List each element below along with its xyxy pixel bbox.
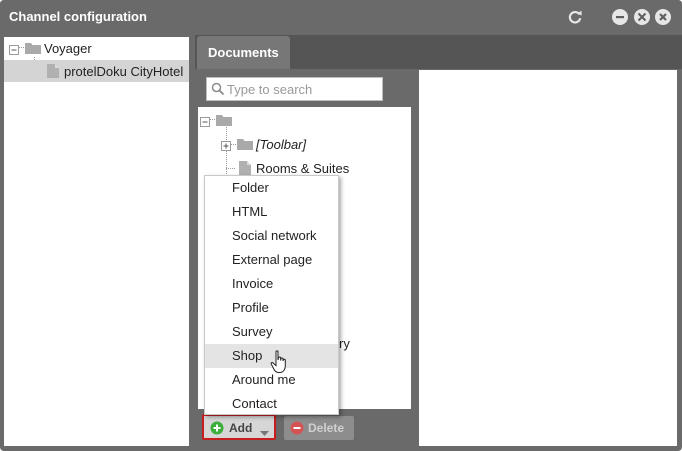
menu-item-label: Shop [232,348,263,363]
menu-item-label: Social network [232,228,317,243]
folder-icon [215,113,233,127]
menu-item-external-page[interactable]: External page [205,248,338,272]
menu-item-label: Survey [232,324,273,339]
channel-configuration-window: Channel configuration Voyager protelDoku… [0,0,682,451]
menu-item-label: HTML [232,204,268,219]
add-button-label: Add [229,421,253,435]
delete-button[interactable]: Delete [284,416,354,440]
menu-item-label: Around me [232,372,296,387]
tab-documents[interactable]: Documents [197,36,290,69]
collapse-icon[interactable] [9,43,19,55]
folder-icon [24,41,42,55]
expand-icon[interactable] [221,139,231,151]
doc-tree-item-toolbar[interactable]: [Toolbar] [198,133,411,155]
menu-item-profile[interactable]: Profile [205,296,338,320]
channel-tree: Voyager protelDoku CityHotel [4,37,189,446]
document-icon [238,160,252,176]
search-placeholder: Type to search [227,82,313,97]
minimize-icon[interactable] [612,9,628,25]
obscured-tree-item-text: ry [339,336,350,351]
menu-item-label: Contact [232,396,277,411]
menu-item-invoice[interactable]: Invoice [205,272,338,296]
menu-item-html[interactable]: HTML [205,200,338,224]
delete-icon [290,421,304,435]
tree-item-label: Rooms & Suites [256,161,350,176]
folder-icon [236,137,254,151]
close-icon[interactable] [655,9,671,25]
document-icon [46,63,60,79]
tree-item-label: [Toolbar] [256,137,307,152]
tab-label: Documents [208,45,279,60]
menu-item-social-network[interactable]: Social network [205,224,338,248]
tree-item-voyager[interactable]: Voyager [4,37,189,59]
menu-item-contact[interactable]: Contact [205,392,338,416]
tree-item-label: protelDoku CityHotel [64,64,184,79]
menu-item-folder[interactable]: Folder [205,176,338,200]
window-title: Channel configuration [9,9,147,24]
chevron-down-icon [260,425,269,436]
collapse-icon[interactable] [200,115,210,127]
tree-item-label: Voyager [44,41,92,56]
hand-cursor-icon [270,350,290,374]
menu-item-label: External page [232,252,313,267]
menu-item-survey[interactable]: Survey [205,320,338,344]
maximize-icon[interactable] [634,9,650,25]
tree-item-proteldoku-cityhotel[interactable]: protelDoku CityHotel [4,60,189,82]
add-icon [210,421,224,435]
document-preview-panel [419,70,677,446]
refresh-icon[interactable] [567,9,583,25]
doc-tree-root[interactable] [198,109,411,131]
delete-button-label: Delete [308,421,345,435]
search-icon [211,82,225,96]
menu-item-label: Folder [232,180,269,195]
search-input[interactable]: Type to search [206,77,383,101]
menu-item-label: Profile [232,300,269,315]
add-dropdown-menu: Folder HTML Social network External page… [204,175,339,415]
menu-item-label: Invoice [232,276,274,291]
title-bar: Channel configuration [0,0,682,35]
add-button[interactable]: Add [202,414,276,440]
